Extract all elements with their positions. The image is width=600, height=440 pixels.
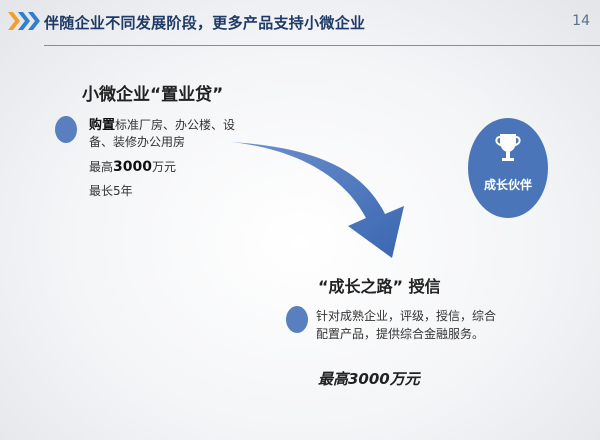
section1-description: 购置标准厂房、办公楼、设备、装修办公用房	[89, 117, 239, 151]
bullet-dot	[55, 116, 77, 143]
section1-title: 小微企业“置业贷”	[82, 85, 224, 105]
max-value: 3000	[113, 159, 152, 175]
section2-max-amount: 最高3000万元	[318, 370, 420, 388]
max-suffix: 万元	[151, 160, 176, 174]
section2-title: “成长之路” 授信	[318, 277, 441, 296]
purpose-label: 购置	[89, 118, 116, 133]
section1-max-amount: 最高3000万元	[89, 158, 176, 175]
section2-description: 针对成熟企业，评级，授信，综合配置产品，提供综合金融服务。	[316, 309, 497, 341]
badge-label: 成长伙伴	[483, 178, 532, 192]
growth-partner-badge: 成长伙伴	[468, 118, 548, 218]
bullet-dot	[286, 306, 308, 333]
section1-term: 最长5年	[89, 184, 133, 198]
curved-arrow-icon	[232, 142, 404, 258]
trophy-icon	[495, 134, 521, 161]
max-prefix: 最高	[89, 160, 114, 174]
